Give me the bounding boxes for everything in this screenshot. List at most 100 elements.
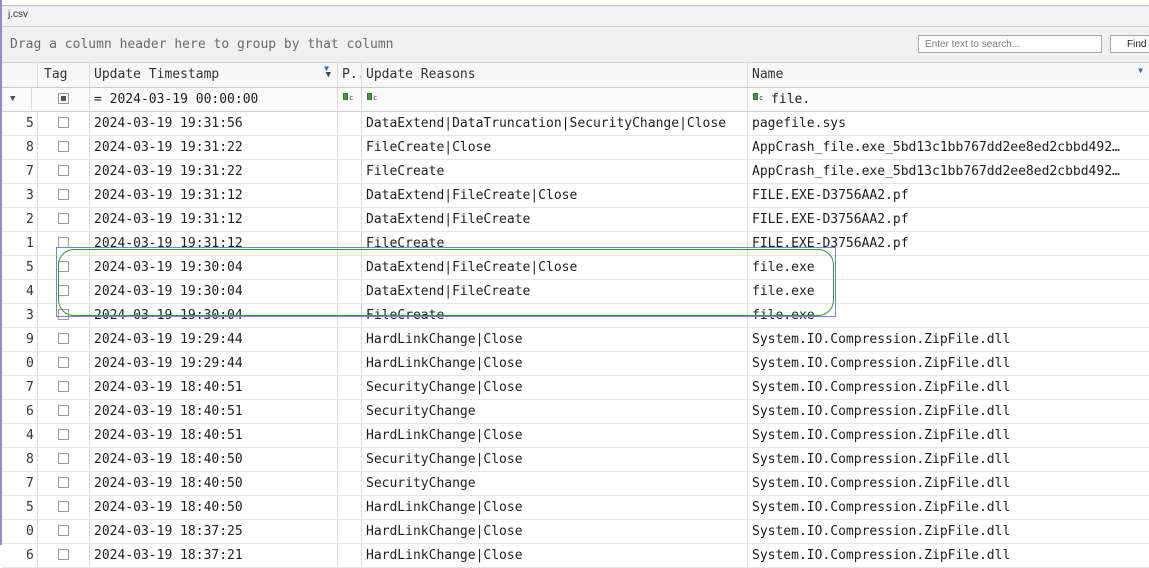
name-cell: AppCrash_file.exe_5bd13c1bb767dd2ee8ed2c… (752, 140, 1120, 155)
table-row[interactable]: 6 2024-03-19 18:40:51 SecurityChange Sys… (2, 400, 1149, 424)
tag-filter-checkbox[interactable] (58, 93, 69, 104)
update-reasons-cell: DataExtend|FileCreate|Close (362, 256, 748, 279)
table-row[interactable]: 9 2024-03-19 19:29:44 HardLinkChange|Clo… (2, 328, 1149, 352)
line-number: 8 (2, 136, 38, 159)
filter-update-reasons[interactable]: c (362, 88, 748, 111)
column-header-label: P... (342, 67, 361, 82)
name-cell: FILE.EXE-D3756AA2.pf (752, 188, 909, 203)
tag-cell[interactable] (38, 352, 90, 375)
tag-checkbox[interactable] (58, 525, 69, 536)
table-row[interactable]: 1 2024-03-19 19:31:12 FileCreate FILE.EX… (2, 232, 1149, 256)
update-reasons-cell: HardLinkChange|Close (362, 520, 748, 543)
tag-cell[interactable] (38, 328, 90, 351)
search-input[interactable] (918, 35, 1102, 53)
tag-cell[interactable] (38, 424, 90, 447)
group-by-panel[interactable]: Drag a column header here to group by th… (2, 27, 1149, 63)
tag-cell[interactable] (38, 400, 90, 423)
tag-checkbox[interactable] (58, 237, 69, 248)
tag-checkbox[interactable] (58, 453, 69, 464)
name-cell: FILE.EXE-D3756AA2.pf (752, 236, 909, 251)
sort-descending-icon[interactable]: ▼ ▼ (324, 63, 331, 87)
tag-checkbox[interactable] (58, 285, 69, 296)
tag-checkbox[interactable] (58, 549, 69, 560)
tag-checkbox[interactable] (58, 213, 69, 224)
table-row[interactable]: 0 2024-03-19 19:29:44 HardLinkChange|Clo… (2, 352, 1149, 376)
table-row[interactable]: 7 2024-03-19 18:40:51 SecurityChange|Clo… (2, 376, 1149, 400)
tag-cell[interactable] (38, 472, 90, 495)
table-row[interactable]: 5 2024-03-19 19:30:04 DataExtend|FileCre… (2, 256, 1149, 280)
tag-cell[interactable] (38, 280, 90, 303)
line-number: 6 (2, 400, 38, 423)
table-row[interactable]: 7 2024-03-19 18:40:50 SecurityChange Sys… (2, 472, 1149, 496)
update-timestamp-cell: 2024-03-19 19:29:44 (90, 328, 338, 351)
column-header-name[interactable]: Name ▼ (748, 63, 1149, 87)
filter-p[interactable]: c (338, 88, 362, 111)
table-row[interactable]: 6 2024-03-19 18:37:21 HardLinkChange|Clo… (2, 544, 1149, 568)
tag-cell[interactable] (38, 448, 90, 471)
tag-cell[interactable] (38, 376, 90, 399)
table-row[interactable]: 0 2024-03-19 18:37:25 HardLinkChange|Clo… (2, 520, 1149, 544)
filter-icon[interactable]: ▼ (1138, 63, 1143, 83)
table-row[interactable]: 8 2024-03-19 18:40:50 SecurityChange|Clo… (2, 448, 1149, 472)
tag-cell[interactable] (38, 232, 90, 255)
filter-tag[interactable] (38, 88, 90, 111)
tag-checkbox[interactable] (58, 261, 69, 272)
filter-name-value: file. (771, 92, 811, 107)
column-header-update-reasons[interactable]: Update Reasons (362, 63, 748, 87)
tag-cell[interactable] (38, 256, 90, 279)
p-cell (338, 520, 362, 543)
line-number: 3 (2, 184, 38, 207)
p-cell (338, 160, 362, 183)
tag-cell[interactable] (38, 208, 90, 231)
tag-checkbox[interactable] (58, 477, 69, 488)
tag-cell[interactable] (38, 160, 90, 183)
tab-j-csv[interactable]: j.csv (8, 9, 28, 20)
column-header-update-timestamp[interactable]: Update Timestamp ▼ ▼ (90, 63, 338, 87)
update-timestamp-cell: 2024-03-19 18:40:50 (90, 472, 338, 495)
table-row[interactable]: 8 2024-03-19 19:31:22 FileCreate|Close A… (2, 136, 1149, 160)
tag-checkbox[interactable] (58, 309, 69, 320)
column-header-p[interactable]: P... (338, 63, 362, 87)
tag-cell[interactable] (38, 184, 90, 207)
tag-cell[interactable] (38, 520, 90, 543)
filter-row-indicator: ▼ (2, 88, 32, 111)
table-row[interactable]: 3 2024-03-19 19:31:12 DataExtend|FileCre… (2, 184, 1149, 208)
p-cell (338, 400, 362, 423)
column-header-tag[interactable]: Tag (38, 63, 90, 87)
tag-checkbox[interactable] (58, 189, 69, 200)
funnel-icon[interactable]: ▼ (10, 88, 15, 111)
tag-checkbox[interactable] (58, 333, 69, 344)
name-cell: System.IO.Compression.ZipFile.dll (752, 380, 1011, 395)
update-timestamp-cell: 2024-03-19 19:30:04 (90, 280, 338, 303)
table-row[interactable]: 5 2024-03-19 19:31:56 DataExtend|DataTru… (2, 112, 1149, 136)
name-cell: System.IO.Compression.ZipFile.dll (752, 476, 1011, 491)
tag-cell[interactable] (38, 496, 90, 519)
update-reasons-cell: FileCreate (362, 304, 748, 327)
tag-checkbox[interactable] (58, 405, 69, 416)
tag-checkbox[interactable] (58, 381, 69, 392)
table-row[interactable]: 5 2024-03-19 18:40:50 HardLinkChange|Clo… (2, 496, 1149, 520)
table-row[interactable]: 4 2024-03-19 19:30:04 DataExtend|FileCre… (2, 280, 1149, 304)
p-cell (338, 544, 362, 567)
tag-checkbox[interactable] (58, 357, 69, 368)
filter-update-timestamp[interactable]: = 2024-03-19 00:00:00 (90, 88, 338, 111)
tag-cell[interactable] (38, 112, 90, 135)
tag-checkbox[interactable] (58, 501, 69, 512)
update-timestamp-cell: 2024-03-19 19:30:04 (90, 256, 338, 279)
name-cell: System.IO.Compression.ZipFile.dll (752, 332, 1011, 347)
tag-checkbox[interactable] (58, 429, 69, 440)
table-row[interactable]: 3 2024-03-19 19:30:04 FileCreate file.ex… (2, 304, 1149, 328)
tag-cell[interactable] (38, 304, 90, 327)
tag-cell[interactable] (38, 544, 90, 567)
filter-name[interactable]: c file. (748, 88, 1149, 111)
tag-checkbox[interactable] (58, 141, 69, 152)
find-button[interactable]: Find (1110, 35, 1149, 53)
tag-checkbox[interactable] (58, 117, 69, 128)
tag-checkbox[interactable] (58, 165, 69, 176)
update-reasons-cell: HardLinkChange|Close (362, 424, 748, 447)
table-row[interactable]: 7 2024-03-19 19:31:22 FileCreate AppCras… (2, 160, 1149, 184)
tag-cell[interactable] (38, 136, 90, 159)
update-timestamp-cell: 2024-03-19 18:40:51 (90, 424, 338, 447)
table-row[interactable]: 4 2024-03-19 18:40:51 HardLinkChange|Clo… (2, 424, 1149, 448)
table-row[interactable]: 2 2024-03-19 19:31:12 DataExtend|FileCre… (2, 208, 1149, 232)
